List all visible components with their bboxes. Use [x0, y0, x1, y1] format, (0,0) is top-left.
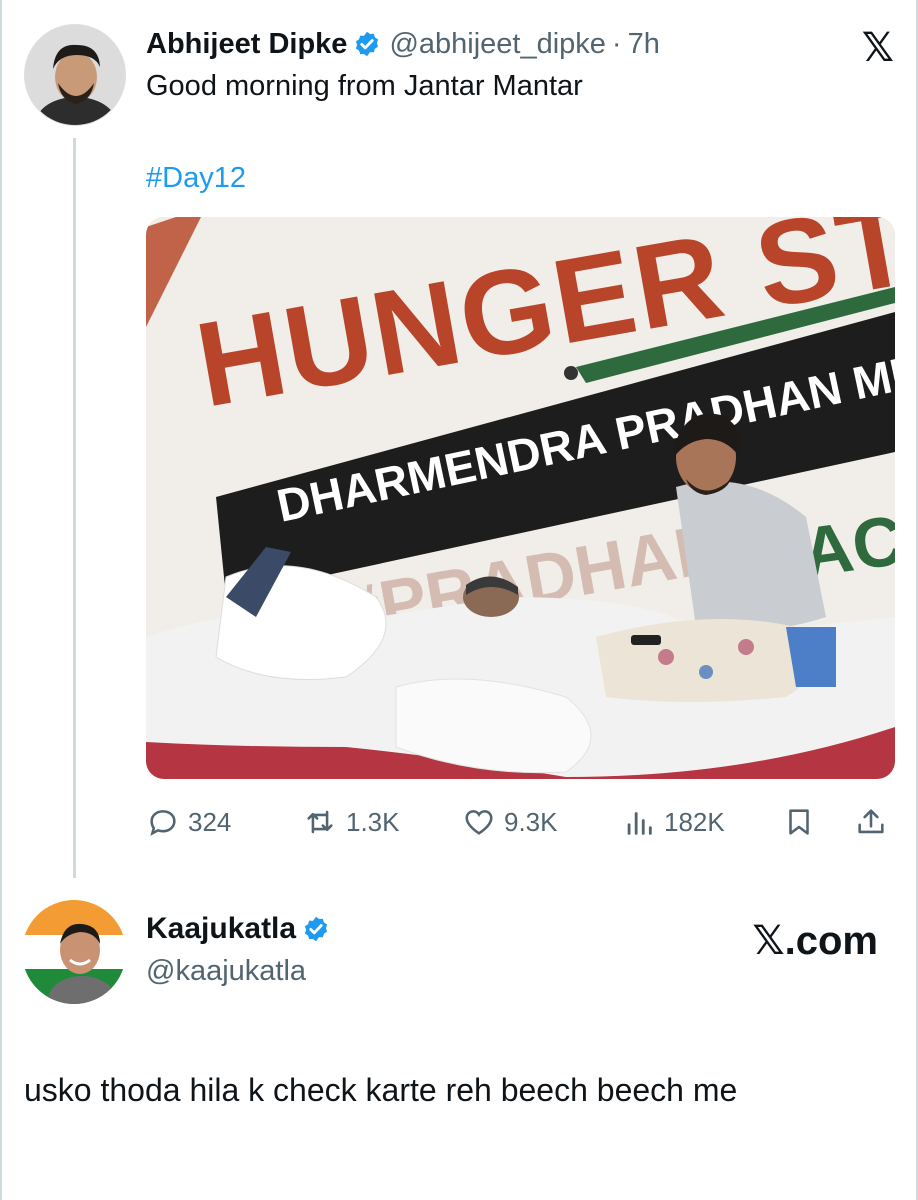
tweet-photo[interactable]: HUNGER ST DHARMENDRA PRADHAN MUST RE #PR…	[146, 217, 895, 779]
separator-dot: ·	[611, 27, 622, 60]
reply-text: usko thoda hila k check karte reh beech …	[24, 1072, 738, 1108]
like-button[interactable]: 9.3K	[462, 800, 558, 844]
author-handle[interactable]: @abhijeet_dipke	[389, 28, 605, 61]
tweet-header: Abhijeet Dipke @abhijeet_dipke · 7h	[146, 26, 660, 62]
author-avatar[interactable]	[24, 24, 126, 126]
reply-author-avatar[interactable]	[22, 900, 126, 1004]
verified-badge-icon	[304, 916, 328, 942]
views-button[interactable]: 182K	[622, 800, 725, 844]
repost-icon	[307, 810, 333, 834]
bookmark-icon	[789, 809, 809, 835]
repost-button[interactable]: 1.3K	[302, 800, 400, 844]
reply-button[interactable]: 324	[146, 800, 231, 844]
verified-badge-icon	[356, 31, 379, 57]
like-icon	[465, 810, 493, 835]
x-com-label[interactable]: 𝕏.com	[752, 918, 878, 964]
thread-line	[73, 138, 76, 878]
tweet-actions: 324 1.3K 9.3K 182K	[146, 800, 896, 844]
hashtag-link[interactable]: #Day12	[146, 158, 246, 198]
views-icon	[627, 812, 652, 835]
bookmark-button[interactable]	[782, 800, 824, 844]
reply-header: Kaajukatla	[146, 912, 330, 946]
share-icon	[858, 809, 884, 834]
views-count: 182K	[664, 806, 725, 837]
repost-count: 1.3K	[346, 806, 400, 837]
reply-icon	[150, 810, 176, 836]
like-count: 9.3K	[504, 806, 558, 837]
tweet-text: Good morning from Jantar Mantar	[146, 70, 583, 102]
share-button[interactable]	[854, 800, 896, 844]
author-name[interactable]: Abhijeet Dipke	[146, 28, 347, 61]
tweet-time[interactable]: 7h	[628, 28, 660, 61]
reply-count: 324	[188, 806, 232, 837]
reply-author-name[interactable]: Kaajukatla	[146, 912, 296, 946]
reply-author-handle[interactable]: @kaajukatla	[146, 955, 306, 988]
x-logo-icon[interactable]: 𝕏	[862, 28, 894, 68]
